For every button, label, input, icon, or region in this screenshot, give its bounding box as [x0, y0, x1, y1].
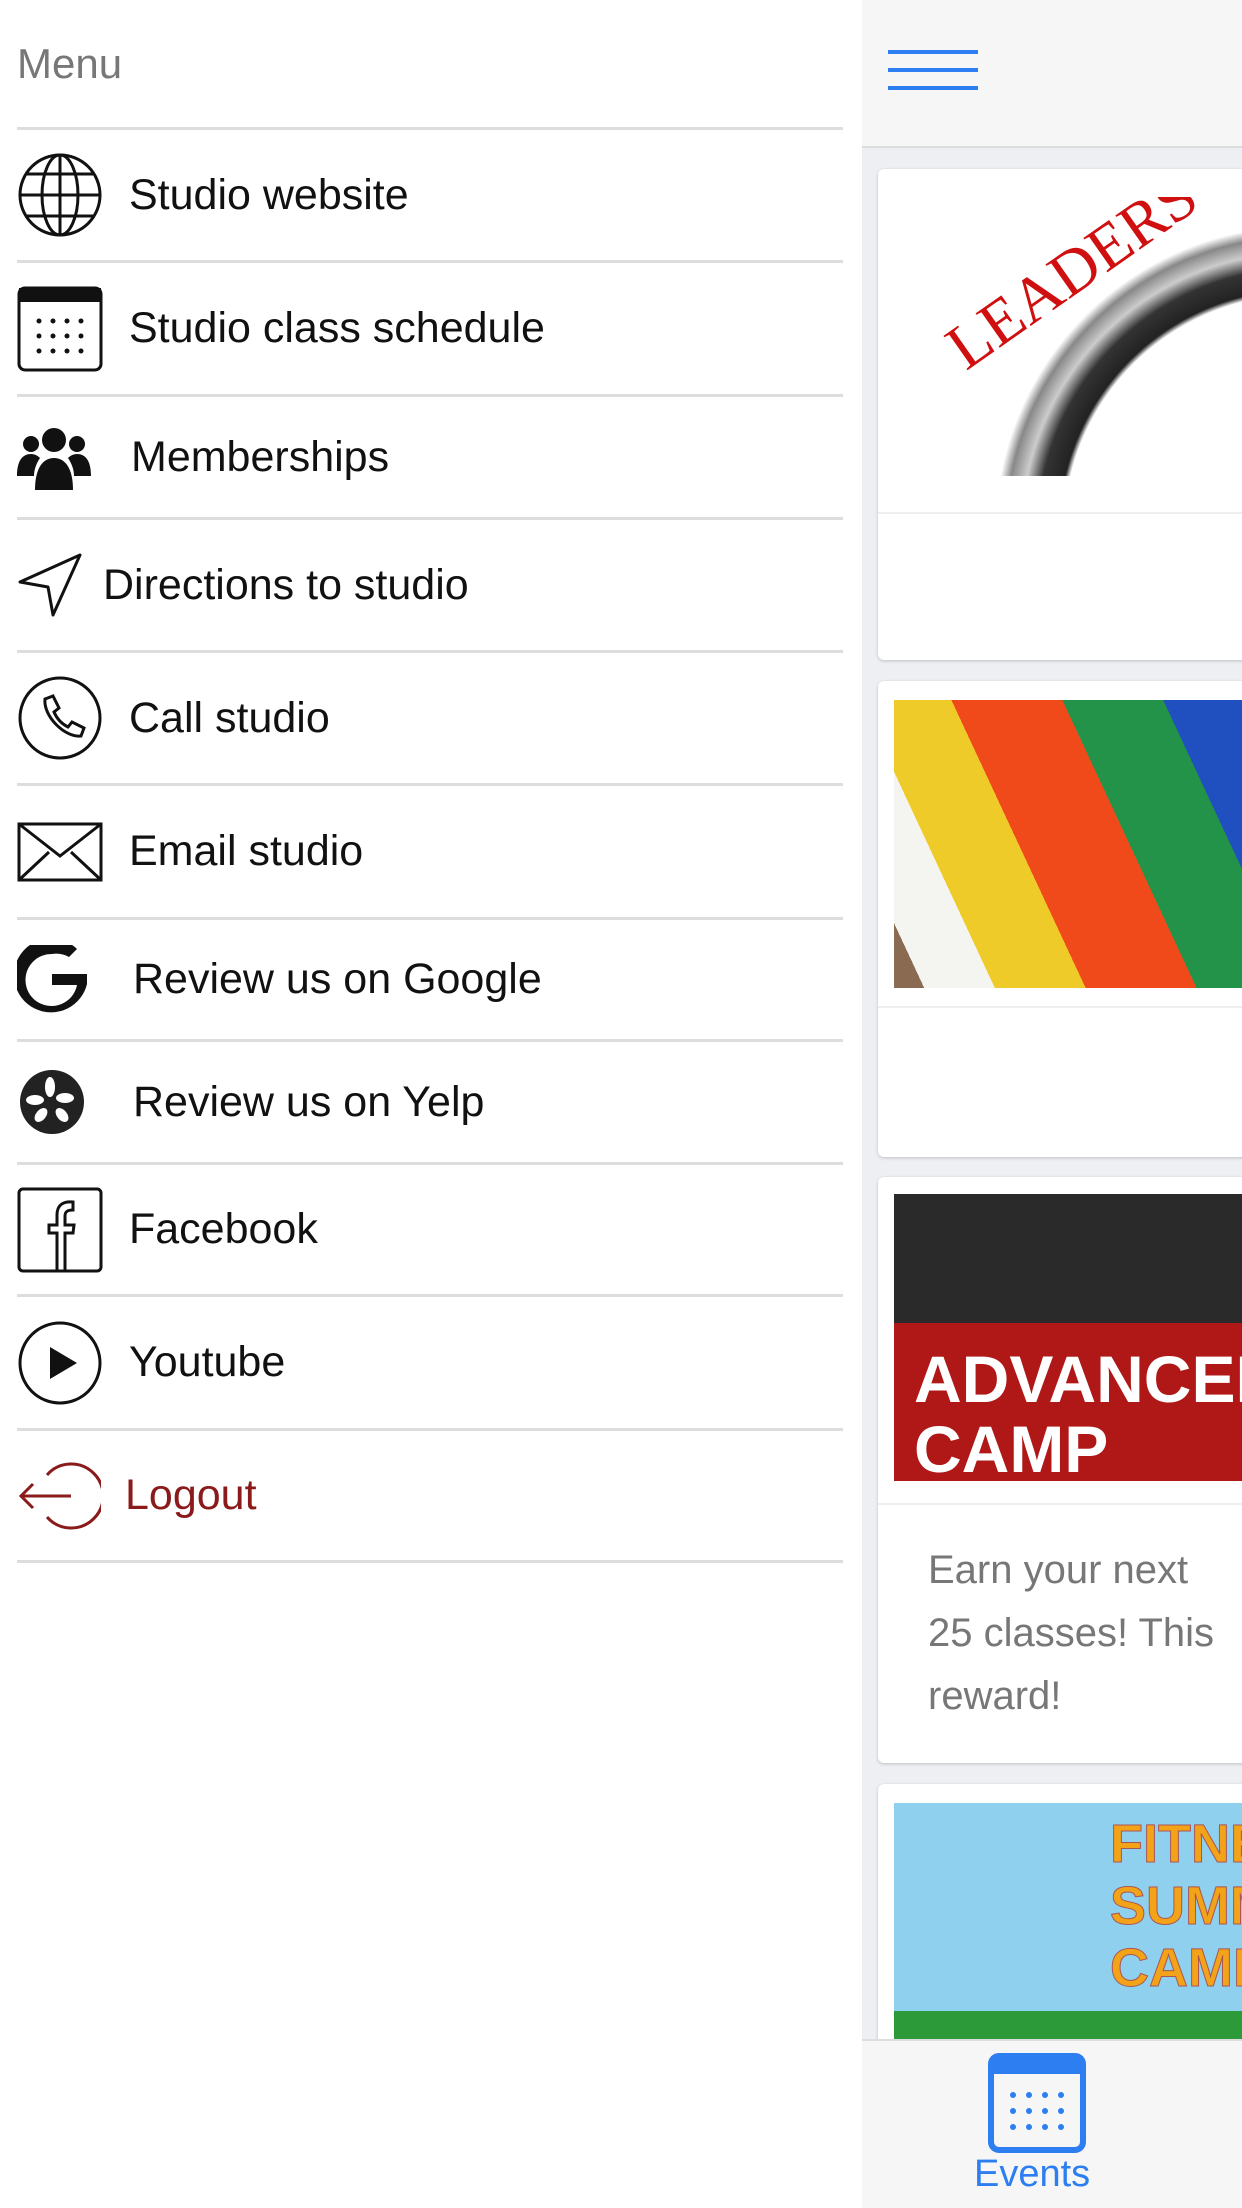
event-card[interactable] [878, 681, 1242, 1157]
menu-item-label: Review us on Google [133, 955, 542, 1003]
menu-item-directions[interactable]: Directions to studio [17, 520, 843, 650]
menu-item-facebook[interactable]: Facebook [17, 1165, 843, 1294]
menu-item-label: Email studio [129, 827, 364, 875]
play-icon [18, 1321, 102, 1404]
facebook-icon [17, 1187, 103, 1272]
menu-item-label: Call studio [129, 693, 330, 742]
events-feed: LEADERS ADVANCEM CAMP Earn your next 25 … [862, 0, 1242, 2208]
image-text: ADVANCEM CAMP [914, 1342, 1242, 1481]
tab-label: Events [974, 2153, 1091, 2195]
side-menu: Menu Studio website Studio class schedul… [0, 0, 862, 2208]
event-description: Earn your next 25 classes! This reward! [928, 1539, 1214, 1728]
menu-item-label: Memberships [131, 432, 390, 481]
event-image-martial-arts-belts [894, 700, 1242, 988]
menu-item-email-studio[interactable]: Email studio [17, 786, 843, 917]
text-line: Earn your next [928, 1548, 1189, 1592]
calendar-icon [17, 286, 103, 371]
hamburger-menu-icon[interactable] [888, 50, 978, 106]
top-bar [862, 0, 1242, 148]
bottom-tab-bar: Events [862, 2039, 1242, 2208]
menu-item-studio-website[interactable]: Studio website [17, 130, 843, 260]
menu-item-label: Directions to studio [103, 560, 469, 609]
divider [17, 1560, 843, 1563]
yelp-icon [20, 1070, 84, 1134]
calendar-icon [988, 2053, 1086, 2153]
menu-title: Menu [17, 40, 123, 87]
event-image-advancement-camp: ADVANCEM CAMP [894, 1194, 1242, 1481]
envelope-icon [17, 822, 103, 881]
text-line: reward! [928, 1674, 1062, 1718]
navigation-arrow-icon [18, 553, 82, 617]
menu-item-youtube[interactable]: Youtube [17, 1297, 843, 1428]
event-card[interactable]: ADVANCEM CAMP Earn your next 25 classes!… [878, 1177, 1242, 1763]
event-image-fitness-summer-camp: FITNESS SUMMER CAMP [894, 1803, 1242, 2063]
logout-icon [18, 1462, 101, 1529]
divider [878, 1503, 1242, 1505]
menu-item-label: Facebook [129, 1205, 318, 1253]
phone-icon [18, 676, 102, 760]
globe-icon [18, 153, 102, 237]
image-text: LEADERS [933, 197, 1210, 383]
divider [878, 512, 1242, 514]
users-icon [17, 428, 91, 490]
menu-item-label: Youtube [129, 1338, 286, 1386]
event-image-leadership-compass: LEADERS [894, 197, 1242, 476]
menu-item-call-studio[interactable]: Call studio [17, 653, 843, 783]
divider [878, 1006, 1242, 1008]
google-icon [17, 944, 87, 1012]
menu-item-review-yelp[interactable]: Review us on Yelp [17, 1042, 843, 1162]
menu-item-class-schedule[interactable]: Studio class schedule [17, 263, 843, 394]
menu-item-label: Studio website [129, 170, 409, 219]
event-card[interactable]: LEADERS [878, 169, 1242, 660]
menu-item-review-google[interactable]: Review us on Google [17, 920, 843, 1039]
image-text: FITNESS SUMMER CAMP [1110, 1814, 1242, 1999]
menu-item-label: Review us on Yelp [133, 1077, 485, 1126]
text-line: 25 classes! This [928, 1611, 1215, 1655]
menu-item-label: Logout [125, 1471, 257, 1519]
menu-item-logout[interactable]: Logout [17, 1431, 843, 1560]
menu-item-memberships[interactable]: Memberships [17, 397, 843, 517]
menu-item-label: Studio class schedule [129, 304, 545, 352]
